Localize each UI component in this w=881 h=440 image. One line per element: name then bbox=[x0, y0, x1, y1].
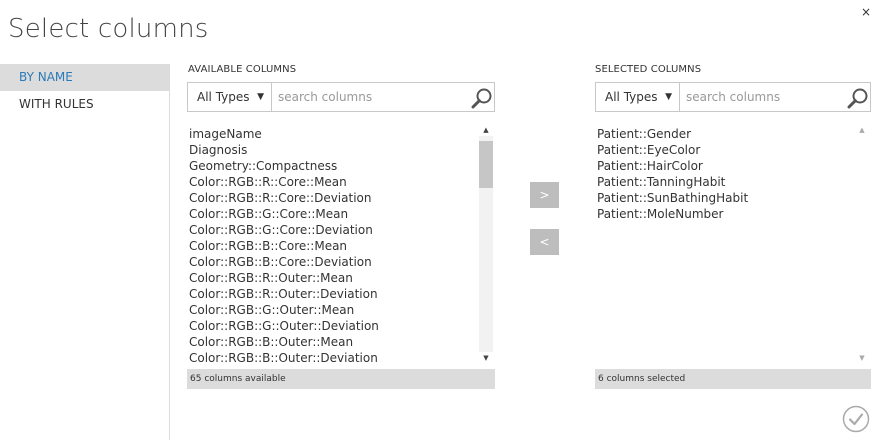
scroll-up-arrow-icon[interactable]: ▲ bbox=[855, 124, 869, 136]
list-item[interactable]: Patient::HairColor bbox=[595, 158, 748, 174]
list-item[interactable]: Color::RGB::B::Outer::Deviation bbox=[187, 350, 379, 366]
caret-down-icon: ▼ bbox=[665, 92, 672, 102]
list-item[interactable]: Patient::SunBathingHabit bbox=[595, 190, 748, 206]
available-filter-bar: All Types ▼ bbox=[187, 82, 495, 112]
list-item[interactable]: Patient::MoleNumber bbox=[595, 206, 748, 222]
ok-checkmark-icon[interactable] bbox=[842, 405, 870, 433]
available-search-input[interactable] bbox=[273, 83, 463, 111]
list-item[interactable]: Color::RGB::G::Core::Mean bbox=[187, 206, 379, 222]
remove-columns-button[interactable]: < bbox=[530, 229, 559, 255]
list-item[interactable]: Color::RGB::B::Core::Deviation bbox=[187, 254, 379, 270]
nav-item-by-name[interactable]: BY NAME bbox=[0, 64, 169, 91]
selected-filter-bar: All Types ▼ bbox=[595, 82, 871, 112]
selected-search-input[interactable] bbox=[681, 83, 841, 111]
list-item[interactable]: Color::RGB::B::Core::Mean bbox=[187, 238, 379, 254]
dialog-title: Select columns bbox=[8, 14, 209, 44]
list-item[interactable]: Color::RGB::G::Outer::Deviation bbox=[187, 318, 379, 334]
list-item[interactable]: Color::RGB::B::Outer::Mean bbox=[187, 334, 379, 350]
scroll-up-arrow-icon[interactable]: ▲ bbox=[479, 124, 493, 136]
list-item[interactable]: Geometry::Compactness bbox=[187, 158, 379, 174]
scroll-down-arrow-icon[interactable]: ▼ bbox=[479, 352, 493, 364]
nav-item-with-rules[interactable]: WITH RULES bbox=[0, 91, 169, 118]
list-item[interactable]: Color::RGB::G::Core::Deviation bbox=[187, 222, 379, 238]
mode-nav: BY NAME WITH RULES bbox=[0, 64, 170, 440]
scroll-thumb[interactable] bbox=[479, 141, 493, 188]
selected-type-select[interactable]: All Types ▼ bbox=[596, 83, 680, 111]
list-item[interactable]: Color::RGB::R::Outer::Deviation bbox=[187, 286, 379, 302]
list-item[interactable]: Patient::EyeColor bbox=[595, 142, 748, 158]
list-item[interactable]: Diagnosis bbox=[187, 142, 379, 158]
available-type-select-value: All Types bbox=[197, 90, 250, 104]
selected-scrollbar[interactable]: ▲ ▼ bbox=[855, 122, 869, 366]
list-item[interactable]: imageName bbox=[187, 126, 379, 142]
search-icon[interactable] bbox=[847, 87, 869, 109]
search-icon[interactable] bbox=[471, 87, 493, 109]
selected-status: 6 columns selected bbox=[595, 369, 871, 389]
selected-columns-list[interactable]: Patient::Gender Patient::EyeColor Patient:… bbox=[595, 122, 871, 366]
scroll-track[interactable] bbox=[479, 136, 493, 352]
available-type-select[interactable]: All Types ▼ bbox=[188, 83, 272, 111]
list-item[interactable]: Color::RGB::R::Core::Deviation bbox=[187, 190, 379, 206]
list-item[interactable]: Patient::TanningHabit bbox=[595, 174, 748, 190]
scroll-down-arrow-icon[interactable]: ▼ bbox=[855, 352, 869, 364]
list-item[interactable]: Color::RGB::G::Outer::Mean bbox=[187, 302, 379, 318]
selected-columns-label: SELECTED COLUMNS bbox=[595, 64, 702, 75]
list-item[interactable]: Color::RGB::R::Outer::Mean bbox=[187, 270, 379, 286]
available-columns-list[interactable]: imageName Diagnosis Geometry::Compactness C… bbox=[187, 122, 495, 366]
selected-type-select-value: All Types bbox=[605, 90, 658, 104]
list-item[interactable]: Patient::Gender bbox=[595, 126, 748, 142]
available-status: 65 columns available bbox=[187, 369, 495, 389]
available-scrollbar[interactable]: ▲ ▼ bbox=[479, 122, 493, 366]
close-icon[interactable]: × bbox=[861, 5, 871, 19]
list-item[interactable]: Color::RGB::R::Core::Mean bbox=[187, 174, 379, 190]
available-columns-label: AVAILABLE COLUMNS bbox=[188, 64, 297, 75]
caret-down-icon: ▼ bbox=[257, 92, 264, 102]
add-columns-button[interactable]: > bbox=[530, 182, 559, 208]
